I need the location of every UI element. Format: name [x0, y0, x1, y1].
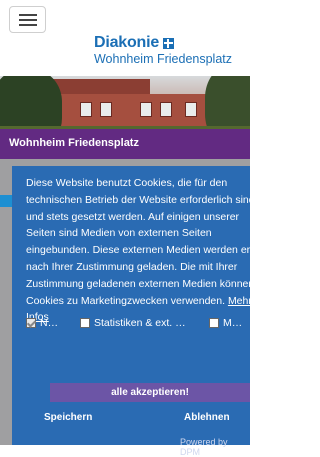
diakonie-logo[interactable]: Diakonie Wohnheim Friedensplatz — [94, 35, 232, 67]
page-title-bar: Wohnheim Friedensplatz — [0, 129, 250, 159]
logo-brand-text: Diakonie — [93, 34, 160, 51]
statistics-checkbox[interactable] — [80, 318, 90, 328]
save-button[interactable]: Speichern — [44, 412, 92, 423]
marketing-checkbox[interactable] — [209, 318, 219, 328]
logo-subtitle: Wohnheim Friedensplatz — [93, 52, 232, 66]
cookie-options: N… Statistiken & ext. … M… — [26, 314, 258, 336]
deny-button[interactable]: Ablehnen — [184, 412, 230, 423]
cookie-option-statistics[interactable]: Statistiken & ext. … — [80, 317, 186, 329]
cookie-option-marketing[interactable]: M… — [209, 317, 242, 329]
page-content-peek — [0, 195, 12, 207]
powered-by-label: Powered by DPM — [180, 437, 228, 457]
cookie-option-necessary[interactable]: N… — [26, 317, 58, 329]
hamburger-menu-icon[interactable] — [9, 6, 46, 33]
cross-icon — [163, 37, 175, 49]
necessary-checkbox[interactable] — [26, 318, 36, 328]
page-title: Wohnheim Friedensplatz — [9, 137, 139, 149]
site-header: Diakonie Wohnheim Friedensplatz — [0, 0, 250, 76]
accept-all-button[interactable]: alle akzeptieren! — [50, 383, 250, 402]
cookie-text: Diese Website benutzt Cookies, die für d… — [26, 177, 259, 324]
cookie-consent-banner: Diese Website benutzt Cookies, die für d… — [12, 166, 258, 445]
